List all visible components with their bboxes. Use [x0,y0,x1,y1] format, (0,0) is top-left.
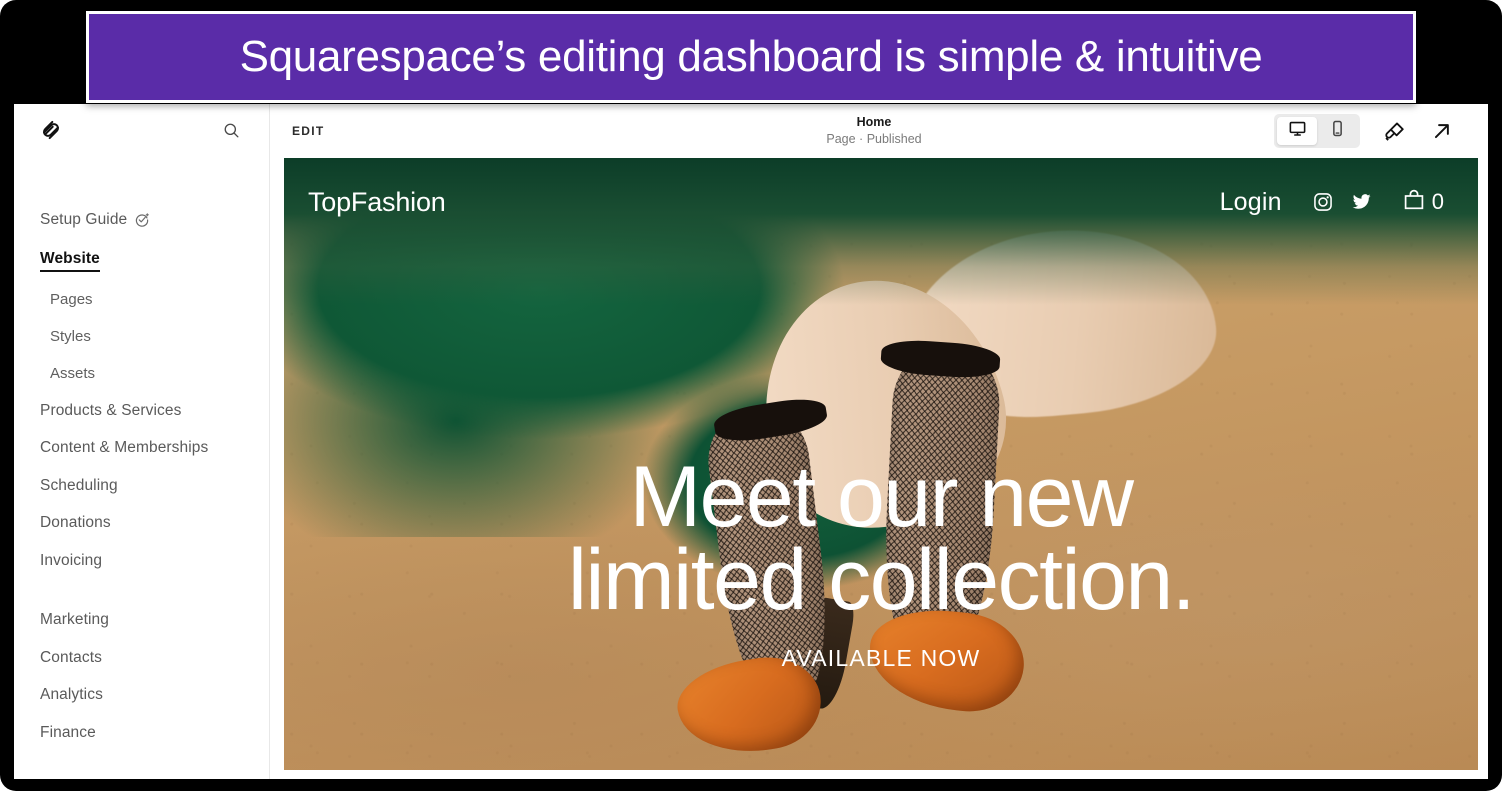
edit-button[interactable]: EDIT [292,124,325,138]
paintbrush-icon[interactable] [1380,117,1408,145]
sidebar-item-label: Website [40,250,100,267]
desktop-monitor-icon [1288,119,1307,143]
sidebar-item-scheduling[interactable]: Scheduling [40,476,269,494]
sidebar-item-marketing[interactable]: Marketing [40,612,269,628]
login-link[interactable]: Login [1220,188,1282,217]
sidebar-item-label: Content & Memberships [40,439,209,456]
sidebar-item-label: Pages [50,290,93,308]
external-link-arrow-icon[interactable] [1428,117,1456,145]
instagram-icon[interactable] [1312,191,1334,213]
sidebar-item-label: Marketing [40,611,109,628]
squarespace-app-window: Setup Guide Website Pages Styles Assets … [14,104,1488,779]
screenshot-root: Setup Guide Website Pages Styles Assets … [0,0,1502,791]
editor-toolbar: EDIT Home Page · Published [270,104,1478,158]
sidebar-item-label: Donations [40,514,111,531]
sidebar-item-label: Analytics [40,686,103,703]
sidebar-item-label: Assets [50,364,96,382]
squarespace-logo-icon[interactable] [36,115,66,145]
site-nav: Login 0 [1220,188,1444,217]
sidebar-header [14,104,269,156]
sidebar-item-assets[interactable]: Assets [50,366,269,381]
cart-count: 0 [1431,189,1444,214]
mobile-view-button[interactable] [1317,117,1357,145]
sidebar-item-pages[interactable]: Pages [50,292,269,307]
shopping-bag-icon [1402,188,1426,217]
main-sidebar: Setup Guide Website Pages Styles Assets … [14,104,270,779]
sidebar-item-finance[interactable]: Finance [40,723,269,741]
toolbar-actions [1274,114,1456,148]
sidebar-item-label: Contacts [40,648,102,666]
social-links [1312,191,1372,213]
site-logo[interactable]: TopFashion [308,187,446,218]
desktop-view-button[interactable] [1277,117,1317,145]
search-icon[interactable] [217,116,245,144]
sidebar-item-styles[interactable]: Styles [50,329,269,344]
sidebar-item-products-and-services[interactable]: Products & Services [40,401,269,419]
sidebar-item-label: Invoicing [40,551,103,569]
twitter-bird-icon[interactable] [1350,191,1372,213]
site-preview-canvas[interactable]: TopFashion Login 0 Meet our new limited … [284,158,1478,770]
sidebar-item-website[interactable]: Website [40,251,100,272]
site-header: TopFashion Login 0 [284,158,1478,246]
caption-banner: Squarespace’s editing dashboard is simpl… [86,11,1416,103]
setup-guide-check-sparkle-icon [134,212,150,228]
sidebar-item-analytics[interactable]: Analytics [40,687,269,703]
sidebar-item-label: Finance [40,723,96,741]
sidebar-item-contacts[interactable]: Contacts [40,648,269,666]
sidebar-item-label: Styles [50,327,91,345]
sidebar-item-content-and-memberships[interactable]: Content & Memberships [40,440,269,456]
sidebar-item-label: Setup Guide [40,211,128,229]
view-mode-toggle [1274,114,1360,148]
hero-background-photo [284,158,1478,770]
sidebar-group-divider [40,590,269,612]
editor-pane: EDIT Home Page · Published TopFashion Lo… [270,104,1488,779]
mobile-phone-icon [1328,119,1347,143]
cart-button[interactable]: 0 [1402,188,1444,217]
sidebar-item-setup-guide[interactable]: Setup Guide [40,212,269,228]
sidebar-item-label: Scheduling [40,476,118,494]
sidebar-nav: Setup Guide Website Pages Styles Assets … [14,212,269,740]
sidebar-item-label: Products & Services [40,401,182,419]
sidebar-item-invoicing[interactable]: Invoicing [40,551,269,569]
caption-text: Squarespace’s editing dashboard is simpl… [239,32,1263,81]
sidebar-item-donations[interactable]: Donations [40,515,269,531]
